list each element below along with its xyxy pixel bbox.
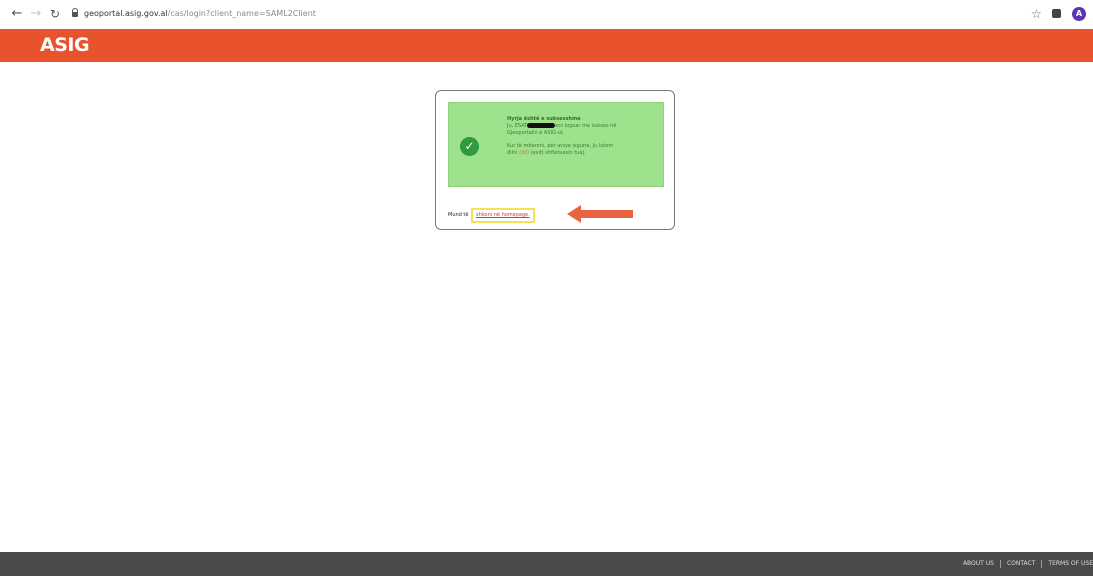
homepage-link[interactable]: shkoni në homepage. bbox=[471, 208, 535, 223]
asig-logo[interactable]: ASIG bbox=[40, 34, 90, 56]
login-result-card: ✓ Hyrja është e suksesshme Ju, ESAT eni l… bbox=[435, 90, 675, 230]
redaction-mark bbox=[527, 123, 556, 128]
url-host: geoportal.asig.gov.al bbox=[84, 9, 168, 18]
alert-line-2: Gjeoportalin e ASIG-ut. bbox=[507, 130, 565, 136]
browser-toolbar: ← → ↻ geoportal.asig.gov.al/cas/login?cl… bbox=[0, 0, 1093, 30]
footer-about-link[interactable]: ABOUT US bbox=[963, 560, 994, 568]
alert-line-1-before: Ju, bbox=[507, 123, 515, 129]
footer-terms-link[interactable]: TERMS OF USE bbox=[1048, 560, 1093, 568]
forward-arrow-icon[interactable]: → bbox=[28, 6, 44, 22]
homepage-link-text: shkoni në homepage bbox=[476, 212, 529, 218]
alert-line-4-after: (exit) shfletuesin tuaj. bbox=[528, 150, 586, 156]
alert-line-4: dilni (dil) (exit) shfletuesin tuaj. bbox=[507, 150, 657, 157]
extensions-puzzle-icon[interactable] bbox=[1052, 9, 1061, 18]
footer-divider bbox=[999, 560, 1001, 568]
footer-divider bbox=[1041, 560, 1043, 568]
reload-icon[interactable]: ↻ bbox=[47, 6, 63, 22]
annotation-arrow-icon bbox=[567, 205, 633, 223]
back-arrow-icon[interactable]: ← bbox=[9, 6, 25, 22]
alert-user-name: ESAT bbox=[514, 123, 528, 129]
success-alert: ✓ Hyrja është e suksesshme Ju, ESAT eni l… bbox=[448, 102, 664, 187]
homepage-row: Mund të shkoni në homepage. bbox=[448, 208, 535, 223]
lock-icon[interactable] bbox=[72, 8, 78, 17]
url-path: /cas/login?client_name=SAML2Client bbox=[167, 9, 316, 18]
site-header: ASIG bbox=[0, 29, 1093, 62]
footer-contact-link[interactable]: CONTACT bbox=[1007, 560, 1035, 568]
check-circle-icon: ✓ bbox=[460, 137, 479, 156]
homepage-link-suffix: . bbox=[528, 212, 530, 218]
alert-line-1-after: eni loguar me sukses në bbox=[555, 123, 617, 129]
profile-avatar[interactable]: A bbox=[1072, 7, 1086, 21]
alert-title: Hyrja është e suksesshme bbox=[507, 116, 581, 122]
alert-message: Hyrja është e suksesshme Ju, ESAT eni log… bbox=[507, 116, 657, 157]
homepage-prefix: Mund të bbox=[448, 212, 469, 218]
site-footer: ABOUT US CONTACT TERMS OF USE bbox=[0, 552, 1093, 576]
logout-link[interactable]: (dil) bbox=[519, 150, 529, 156]
bookmark-star-icon[interactable]: ☆ bbox=[1031, 8, 1042, 20]
alert-line-3: Kur të mbaroni, për arsye sigurie, ju lu… bbox=[507, 143, 614, 149]
address-bar[interactable]: geoportal.asig.gov.al/cas/login?client_n… bbox=[84, 8, 316, 20]
footer-links: ABOUT US CONTACT TERMS OF USE bbox=[963, 560, 1093, 568]
alert-line-1: Ju, ESAT eni loguar me sukses në bbox=[507, 123, 657, 130]
alert-line-4-before: dilni bbox=[507, 150, 520, 156]
